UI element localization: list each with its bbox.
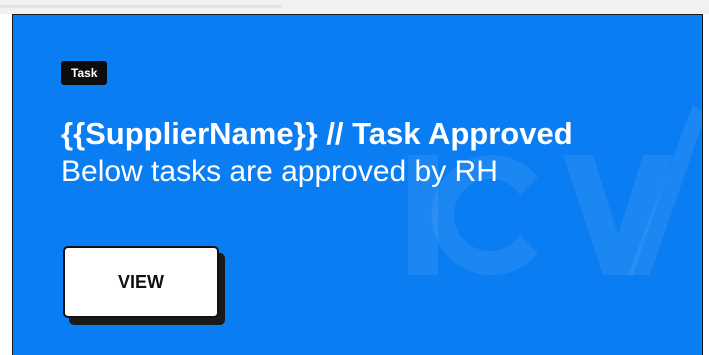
banner-title: {{SupplierName}} // Task Approved <box>61 116 573 151</box>
task-approved-banner: Task {{SupplierName}} // Task Approved B… <box>12 14 703 355</box>
top-divider-strip <box>0 0 709 14</box>
view-button[interactable]: VIEW <box>63 246 219 318</box>
banner-subtitle: Below tasks are approved by RH <box>61 155 498 188</box>
task-badge: Task <box>61 61 108 85</box>
top-divider-seam <box>0 5 282 8</box>
